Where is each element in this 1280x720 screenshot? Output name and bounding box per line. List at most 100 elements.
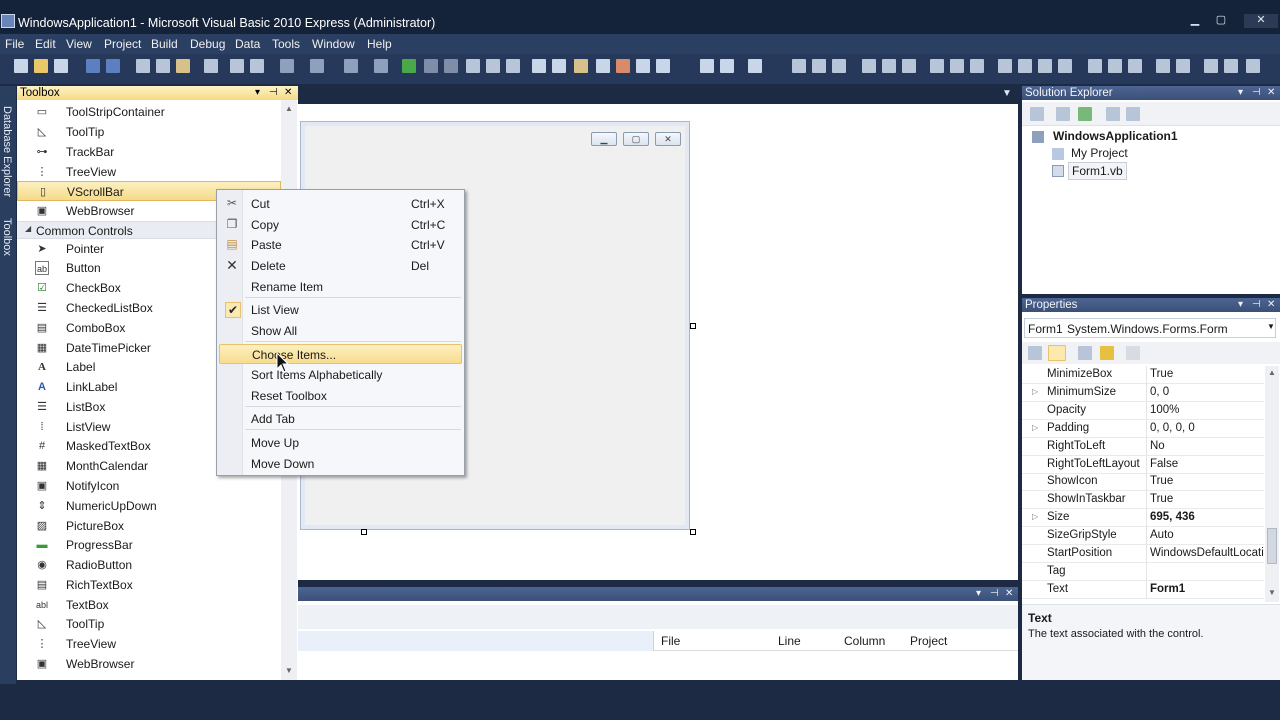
properties-scrollbar[interactable]: ▲ ▼	[1265, 366, 1279, 602]
same-width-icon[interactable]	[930, 59, 944, 73]
toolbox-item[interactable]: ⇕ NumericUpDown	[17, 496, 281, 516]
property-value[interactable]: True	[1150, 368, 1264, 380]
menu-item-move-down[interactable]: Move Down	[219, 454, 462, 474]
menu-item-reset-toolbox[interactable]: Reset Toolbox	[219, 386, 462, 406]
close-icon[interactable]: ✕	[1267, 86, 1275, 100]
layout-icon[interactable]	[748, 59, 762, 73]
increase-spacing-icon[interactable]	[1018, 59, 1032, 73]
menu-item-paste[interactable]: ▤ Paste Ctrl+V	[219, 235, 462, 255]
menu-project[interactable]: Project	[104, 37, 141, 51]
alphabetical-icon[interactable]	[1048, 345, 1066, 361]
vertical-spacing-icon[interactable]	[1088, 59, 1102, 73]
property-value[interactable]: False	[1150, 458, 1264, 470]
scroll-up-icon[interactable]: ▲	[285, 104, 293, 113]
close-icon[interactable]: ✕	[1267, 298, 1275, 312]
property-row[interactable]: MinimizeBox True	[1022, 366, 1264, 384]
column-column[interactable]: Column	[844, 634, 885, 648]
property-value[interactable]: True	[1150, 493, 1264, 505]
resize-handle-right[interactable]	[690, 323, 696, 329]
pin-icon[interactable]: ⊣	[1252, 86, 1261, 100]
toolbox-item[interactable]: ▨ PictureBox	[17, 516, 281, 536]
property-row[interactable]: ShowIcon True	[1022, 473, 1264, 492]
solution-node[interactable]: WindowsApplication1	[1053, 129, 1178, 143]
property-value[interactable]: WindowsDefaultLocation	[1150, 547, 1264, 559]
property-value[interactable]: 695, 436	[1150, 511, 1264, 523]
property-row[interactable]: ▷ Padding 0, 0, 0, 0	[1022, 419, 1264, 438]
menu-item-add-tab[interactable]: Add Tab	[219, 409, 462, 429]
property-value[interactable]: Auto	[1150, 529, 1264, 541]
my-project-node[interactable]: My Project	[1071, 146, 1128, 160]
form1-vb-node[interactable]: Form1.vb	[1068, 162, 1127, 180]
navigate-back-icon[interactable]	[344, 59, 358, 73]
show-all-files-icon[interactable]	[1056, 107, 1070, 121]
close-icon[interactable]: ✕	[1244, 14, 1278, 28]
center-horizontally-icon[interactable]	[1156, 59, 1170, 73]
step-into-icon[interactable]	[466, 59, 480, 73]
property-value[interactable]: True	[1150, 475, 1264, 487]
decrease-spacing-icon[interactable]	[1038, 59, 1052, 73]
extension-icon[interactable]	[616, 59, 630, 73]
copy-icon[interactable]	[156, 59, 170, 73]
pin-icon[interactable]: ⊣	[1252, 298, 1261, 312]
navigate-forward-icon[interactable]	[374, 59, 388, 73]
toolbox-tab[interactable]: Toolbox	[1, 218, 13, 256]
view-code-icon[interactable]	[1106, 107, 1120, 121]
snap-grid-icon[interactable]	[720, 59, 734, 73]
new-project-icon[interactable]	[14, 59, 28, 73]
paste-icon[interactable]	[176, 59, 190, 73]
menu-file[interactable]: File	[5, 37, 24, 51]
view-designer-icon[interactable]	[1126, 107, 1140, 121]
menu-debug[interactable]: Debug	[190, 37, 225, 51]
maximize-icon[interactable]: ▢	[1212, 14, 1230, 28]
send-to-back-icon[interactable]	[1224, 59, 1238, 73]
align-center-icon[interactable]	[812, 59, 826, 73]
expand-icon[interactable]: ▷	[1032, 387, 1038, 396]
menu-window[interactable]: Window	[312, 37, 355, 51]
property-row[interactable]: RightToLeft No	[1022, 437, 1264, 456]
toolbox-icon[interactable]	[596, 59, 610, 73]
start-debugging-icon[interactable]	[402, 59, 416, 73]
dropdown-icon[interactable]: ▾	[255, 86, 260, 100]
menu-item-sort-alphabetically[interactable]: Sort Items Alphabetically	[219, 365, 462, 385]
property-value[interactable]: 0, 0, 0, 0	[1150, 422, 1264, 434]
categorized-icon[interactable]	[1028, 346, 1042, 360]
dropdown-icon[interactable]: ▾	[1238, 298, 1243, 312]
scroll-thumb[interactable]	[1267, 528, 1277, 564]
menu-item-cut[interactable]: ✂ Cut Ctrl+X	[219, 194, 462, 214]
stop-icon[interactable]	[444, 59, 458, 73]
app-icon[interactable]	[1, 14, 15, 28]
toolbox-item[interactable]: abl TextBox	[17, 595, 281, 615]
menu-view[interactable]: View	[66, 37, 92, 51]
toolbox-item[interactable]: ⊶ TrackBar	[17, 142, 281, 162]
pin-icon[interactable]: ⊣	[269, 86, 278, 100]
menu-item-show-all[interactable]: Show All	[219, 321, 462, 341]
minimize-icon[interactable]: ▁	[1186, 14, 1204, 28]
remove-spacing-icon[interactable]	[1058, 59, 1072, 73]
menu-item-copy[interactable]: ❐ Copy Ctrl+C	[219, 215, 462, 235]
property-value[interactable]: 100%	[1150, 404, 1264, 416]
column-project[interactable]: Project	[910, 634, 947, 648]
property-row[interactable]: SizeGripStyle Auto	[1022, 527, 1264, 546]
toolbox-item[interactable]: ◺ ToolTip	[17, 122, 281, 142]
undo-icon[interactable]	[280, 59, 294, 73]
same-height-icon[interactable]	[950, 59, 964, 73]
step-out-icon[interactable]	[506, 59, 520, 73]
property-row[interactable]: ▷ MinimumSize 0, 0	[1022, 383, 1264, 402]
menu-edit[interactable]: Edit	[35, 37, 56, 51]
column-file[interactable]: File	[661, 634, 680, 648]
property-row[interactable]: Tag	[1022, 562, 1264, 581]
menu-tools[interactable]: Tools	[272, 37, 300, 51]
menu-item-move-up[interactable]: Move Up	[219, 433, 462, 453]
solution-explorer-icon[interactable]	[532, 59, 546, 73]
property-row[interactable]: ▷ Size 695, 436	[1022, 509, 1264, 528]
menu-data[interactable]: Data	[235, 37, 260, 51]
expand-icon[interactable]: ▷	[1032, 512, 1038, 521]
toolbox-item[interactable]: ◉ RadioButton	[17, 555, 281, 575]
scroll-up-icon[interactable]: ▲	[1268, 368, 1276, 377]
column-line[interactable]: Line	[778, 634, 801, 648]
chevron-down-icon[interactable]: ▼	[1267, 322, 1275, 331]
step-over-icon[interactable]	[486, 59, 500, 73]
toolbox-item[interactable]: ▬ ProgressBar	[17, 535, 281, 555]
menu-item-choose-items[interactable]: Choose Items...	[219, 344, 462, 364]
object-browser-icon[interactable]	[574, 59, 588, 73]
